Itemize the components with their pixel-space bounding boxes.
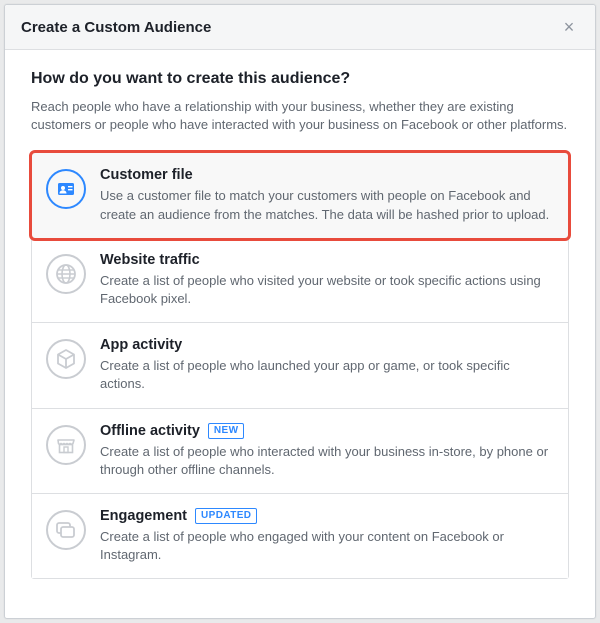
option-title: App activity [100,337,552,353]
option-desc: Create a list of people who engaged with… [100,528,552,564]
store-icon [46,425,86,465]
option-text: Website traffic Create a list of people … [100,252,552,308]
globe-icon [46,254,86,294]
customer-file-icon [46,169,86,209]
modal-body: How do you want to create this audience?… [5,50,595,618]
modal-header: Create a Custom Audience × [5,5,595,50]
option-title-label: Offline activity [100,423,200,439]
engagement-icon [46,510,86,550]
close-button[interactable]: × [559,17,579,37]
option-customer-file[interactable]: Customer file Use a customer file to mat… [29,150,571,240]
option-text: Engagement UPDATED Create a list of peop… [100,508,552,564]
option-title-label: Customer file [100,167,193,183]
option-desc: Use a customer file to match your custom… [100,187,552,223]
option-list: Customer file Use a customer file to mat… [31,152,569,579]
modal-title: Create a Custom Audience [21,19,211,36]
option-desc: Create a list of people who interacted w… [100,443,552,479]
question-heading: How do you want to create this audience? [31,70,569,88]
option-text: Offline activity NEW Create a list of pe… [100,423,552,479]
option-title-label: Engagement [100,508,187,524]
option-title: Website traffic [100,252,552,268]
option-desc: Create a list of people who launched you… [100,357,552,393]
box-icon [46,339,86,379]
close-icon: × [564,18,575,36]
option-website-traffic[interactable]: Website traffic Create a list of people … [32,238,568,323]
option-title: Offline activity NEW [100,423,552,439]
create-audience-modal: Create a Custom Audience × How do you wa… [4,4,596,619]
new-badge: NEW [208,423,245,439]
option-text: Customer file Use a customer file to mat… [100,167,552,223]
option-app-activity[interactable]: App activity Create a list of people who… [32,323,568,408]
option-text: App activity Create a list of people who… [100,337,552,393]
option-offline-activity[interactable]: Offline activity NEW Create a list of pe… [32,409,568,494]
option-desc: Create a list of people who visited your… [100,272,552,308]
option-title-label: App activity [100,337,182,353]
option-title: Customer file [100,167,552,183]
option-engagement[interactable]: Engagement UPDATED Create a list of peop… [32,494,568,578]
option-title-label: Website traffic [100,252,200,268]
option-title: Engagement UPDATED [100,508,552,524]
intro-text: Reach people who have a relationship wit… [31,98,569,134]
updated-badge: UPDATED [195,508,257,524]
